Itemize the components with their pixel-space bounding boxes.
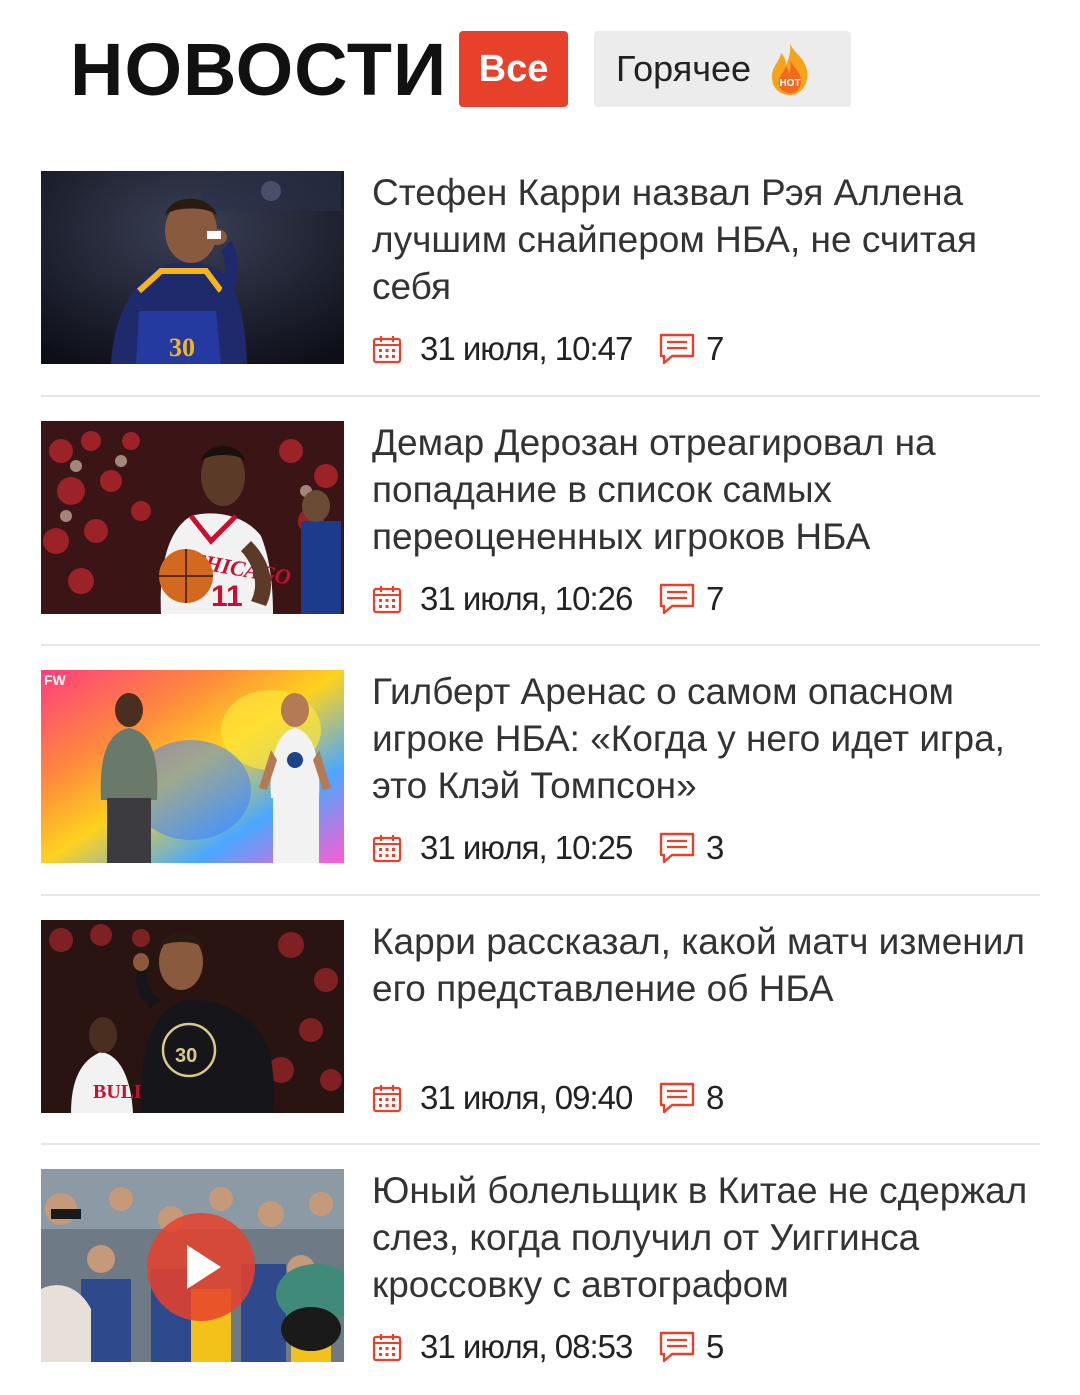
news-meta: 31 июля, 10:47 7 — [372, 327, 724, 371]
basketball-players-image: FW — [41, 670, 344, 863]
basketball-player-image: 30 — [41, 171, 344, 364]
news-meta: 31 июля, 10:26 7 — [372, 577, 724, 621]
svg-text:30: 30 — [169, 333, 195, 362]
comment-count[interactable]: 7 — [706, 580, 724, 618]
news-date: 31 июля, 10:47 — [420, 330, 633, 367]
news-header: НОВОСТИ Все Горячее HOT — [0, 0, 1080, 140]
news-headline[interactable]: Стефен Карри назвал Рэя Аллена лучшим сн… — [372, 169, 1037, 310]
comment-count[interactable]: 3 — [706, 829, 724, 867]
calendar-icon — [372, 1334, 402, 1362]
news-item[interactable]: FW Гилберт Аренас о самом опасном игроке… — [41, 646, 1040, 896]
tab-all-label: Все — [478, 47, 549, 90]
news-thumbnail[interactable] — [41, 1169, 344, 1362]
news-thumbnail[interactable]: FW — [41, 670, 344, 863]
news-date: 31 июля, 10:25 — [420, 829, 633, 866]
svg-text:11: 11 — [211, 580, 243, 613]
news-thumbnail[interactable]: BULLS 30 — [41, 919, 344, 1113]
fire-icon: HOT — [771, 43, 808, 95]
hot-badge-text: HOT — [779, 78, 800, 89]
calendar-icon — [372, 835, 402, 863]
page-title: НОВОСТИ — [70, 28, 448, 111]
comment-icon[interactable] — [658, 1330, 696, 1364]
calendar-icon — [372, 336, 402, 364]
news-headline[interactable]: Карри рассказал, какой матч изменил его … — [372, 918, 1037, 1012]
news-thumbnail[interactable]: 30 — [41, 171, 344, 364]
comment-icon[interactable] — [658, 831, 696, 865]
news-meta: 31 июля, 08:53 5 — [372, 1325, 724, 1369]
fw-badge: FW — [44, 672, 67, 688]
crowd-video-image — [41, 1169, 344, 1362]
comment-icon[interactable] — [658, 582, 696, 616]
comment-count[interactable]: 5 — [706, 1328, 724, 1366]
news-item[interactable]: CHICAGO 11 Демар Дерозан отреагировал на… — [41, 397, 1040, 646]
comment-count[interactable]: 7 — [706, 330, 724, 368]
svg-text:30: 30 — [175, 1045, 197, 1067]
tab-hot[interactable]: Горячее HOT — [594, 31, 851, 107]
news-item[interactable]: 30 Стефен Карри назвал Рэя Аллена лучшим… — [41, 147, 1040, 397]
tab-all[interactable]: Все — [459, 31, 568, 107]
tab-hot-label: Горячее — [616, 48, 752, 89]
news-date: 31 июля, 10:26 — [420, 579, 633, 617]
comment-count[interactable]: 8 — [706, 1079, 724, 1117]
calendar-icon — [372, 585, 402, 613]
basketball-player-image: CHICAGO 11 — [41, 420, 344, 614]
news-date: 31 июля, 08:53 — [420, 1328, 633, 1365]
news-item[interactable]: Юный болельщик в Китае не сдержал слез, … — [41, 1145, 1040, 1395]
basketball-player-image: BULLS 30 — [41, 919, 344, 1113]
comment-icon[interactable] — [658, 332, 696, 366]
news-headline[interactable]: Гилберт Аренас о самом опасном игроке НБ… — [372, 668, 1037, 809]
calendar-icon — [372, 1084, 402, 1112]
news-headline[interactable]: Юный болельщик в Китае не сдержал слез, … — [372, 1167, 1037, 1308]
news-item[interactable]: BULLS 30 Карри рассказал, какой матч изм… — [41, 896, 1040, 1145]
news-thumbnail[interactable]: CHICAGO 11 — [41, 420, 344, 614]
news-date: 31 июля, 09:40 — [420, 1078, 633, 1116]
comment-icon[interactable] — [658, 1081, 696, 1115]
news-meta: 31 июля, 09:40 8 — [372, 1076, 724, 1120]
news-list: 30 Стефен Карри назвал Рэя Аллена лучшим… — [41, 147, 1040, 1395]
news-headline[interactable]: Демар Дерозан отреагировал на попадание … — [372, 419, 1037, 560]
news-meta: 31 июля, 10:25 3 — [372, 826, 724, 870]
